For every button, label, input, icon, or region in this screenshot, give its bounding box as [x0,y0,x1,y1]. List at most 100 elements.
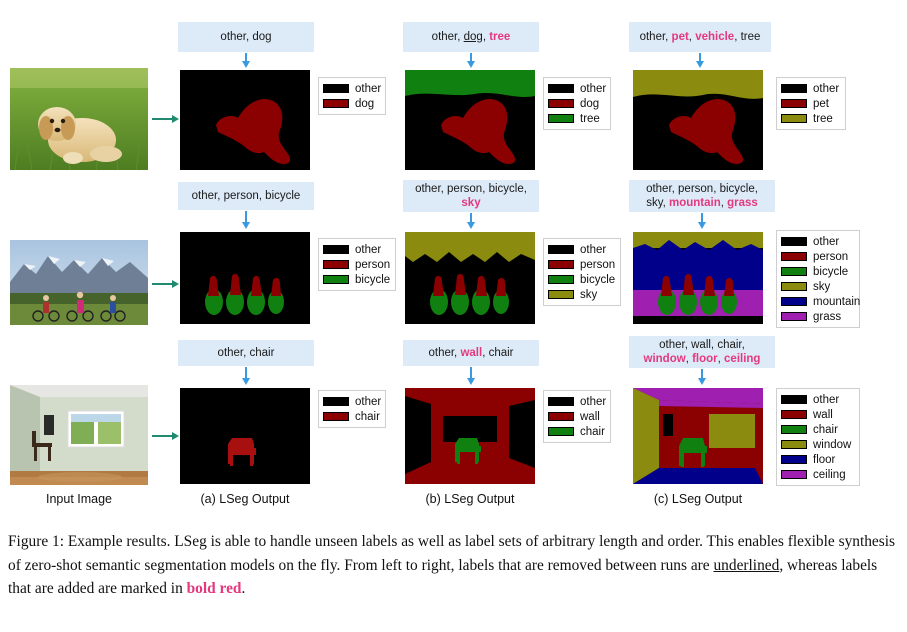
legend-entry: wall [548,409,605,424]
legend-label: other [355,395,382,408]
legend-swatch-mountain [781,297,807,306]
segmentation-row2-a [180,232,310,324]
legend-entry: other [323,81,382,96]
legend-swatch-sky [548,290,574,299]
label-box-row2-b: other, person, bicycle, sky [403,180,539,212]
legend-label: bicycle [580,273,616,286]
label-token: floor [692,353,718,365]
label-box-row3-a: other, chair [178,340,314,366]
label-token: window [643,353,686,365]
legend-row1-c: other pet tree [776,77,846,130]
legend-rows: other wall chair [548,394,607,439]
legend-swatch-other [781,84,807,93]
legend-entry: ceiling [781,467,854,482]
legend-entry: dog [548,96,605,111]
legend-label: person [813,250,849,263]
legend-label: tree [580,112,600,125]
label-token: pet [671,31,689,43]
label-token: dog [463,31,483,43]
label-token: , tree [734,31,761,43]
legend-entry: mountain [781,294,860,309]
legend-swatch-dog [548,99,574,108]
legend-entry: bicycle [781,264,854,279]
caption-underlined-word: underlined [713,556,780,574]
label-text-row2-c: other, person, bicycle, sky, mountain, gr… [646,182,758,210]
legend-entry: bicycle [323,272,390,287]
column-caption-a: (a) LSeg Output [200,492,290,506]
legend-label: bicycle [355,273,391,286]
legend-entry: chair [323,409,380,424]
legend-label: other [355,243,382,256]
legend-entry: sky [548,287,615,302]
flow-arrow-row2 [152,280,179,288]
legend-entry: person [323,257,390,272]
legend-swatch-person [323,260,349,269]
legend-swatch-other [323,245,349,254]
label-token: other, dog [220,31,272,43]
legend-label: pet [813,97,829,110]
legend-entry: other [323,394,382,409]
down-arrow-row3-b [467,367,475,385]
label-text-row2-b: other, person, bicycle, sky [415,182,527,210]
label-token: vehicle [695,31,735,43]
legend-label: sky [813,280,831,293]
legend-row1-b: other dog tree [543,77,611,130]
legend-label: floor [813,453,836,466]
legend-swatch-tree [781,114,807,123]
legend-entry: bicycle [548,272,615,287]
label-text-row2-a: other, person, bicycle [192,189,301,203]
legend-entry: other [548,394,607,409]
legend-swatch-other [323,84,349,93]
legend-entry: sky [781,279,854,294]
legend-swatch-person [781,252,807,261]
legend-rows: other dog tree [548,81,606,126]
caption-suffix: . [241,580,246,597]
legend-entry: other [781,234,854,249]
legend-swatch-tree [548,114,574,123]
legend-entry: grass [781,309,854,324]
legend-label: grass [813,310,842,323]
legend-label: dog [355,97,375,110]
legend-label: other [580,395,607,408]
segmentation-row1-c [633,70,763,170]
legend-label: person [580,258,616,271]
segmentation-row2-c [633,232,763,324]
legend-swatch-pet [781,99,807,108]
legend-label: other [580,243,607,256]
input-image-cyclists [10,240,148,325]
legend-label: other [355,82,382,95]
legend-rows: other pet tree [781,81,840,126]
flow-arrow-row1 [152,115,179,123]
legend-entry: other [781,392,854,407]
input-image-room [10,385,148,485]
legend-rows: other chair [323,394,382,424]
legend-label: other [813,82,840,95]
label-token: sky, [646,197,669,209]
label-token: tree [489,31,511,43]
legend-label: sky [580,288,598,301]
legend-entry: person [781,249,854,264]
legend-entry: other [548,81,606,96]
label-token: other, [428,347,461,359]
legend-entry: other [323,242,390,257]
legend-swatch-wall [548,412,574,421]
down-arrow-row2-b [467,213,475,229]
label-box-row1-a: other, dog [178,22,314,52]
legend-swatch-grass [781,312,807,321]
legend-label: chair [813,423,838,436]
legend-label: other [813,393,840,406]
legend-swatch-person [548,260,574,269]
segmentation-row1-b [405,70,535,170]
legend-label: mountain [813,295,861,308]
label-token: , chair [482,347,514,359]
down-arrow-row1-b [467,53,475,68]
label-text-row3-b: other, wall, chair [428,346,513,360]
legend-label: chair [355,410,380,423]
legend-entry: tree [781,111,840,126]
legend-row2-c: other person bicycle sky mountain grass [776,230,860,328]
legend-row2-a: other person bicycle [318,238,396,291]
legend-rows: other dog [323,81,382,111]
label-token: other, person, bicycle [191,190,301,202]
legend-swatch-floor [781,455,807,464]
legend-label: tree [813,112,833,125]
